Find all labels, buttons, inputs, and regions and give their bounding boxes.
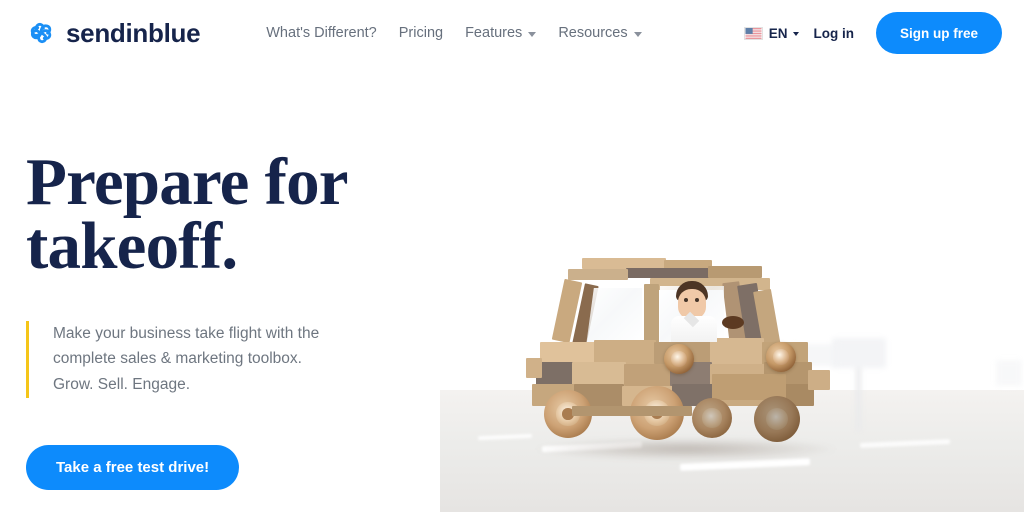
nav-item-resources[interactable]: Resources — [558, 25, 642, 41]
us-flag-icon — [743, 26, 763, 40]
steering-wheel — [722, 316, 744, 329]
header-actions: EN Log in Sign up free — [743, 12, 1002, 54]
hero-image — [440, 60, 1024, 512]
page-title: Prepare for takeoff. — [26, 149, 446, 280]
cta-test-drive-button[interactable]: Take a free test drive! — [26, 444, 240, 490]
site-header: sendinblue What's Different? Pricing Fea… — [0, 0, 1024, 66]
car-headlight — [766, 342, 796, 372]
chevron-down-icon — [528, 31, 537, 37]
headline-line-2: takeoff. — [26, 209, 238, 284]
brand-logo[interactable]: sendinblue — [26, 18, 201, 48]
pinwheel-icon — [30, 22, 52, 44]
car-wheel — [692, 398, 732, 438]
subcopy-line-1: Make your business take flight with the — [53, 324, 320, 342]
chevron-down-icon — [633, 31, 642, 37]
nav-item-pricing[interactable]: Pricing — [399, 25, 443, 41]
brand-name: sendinblue — [66, 18, 201, 48]
nav-item-whats-different[interactable]: What's Different? — [266, 25, 377, 41]
nav-label: Features — [465, 25, 523, 41]
login-link[interactable]: Log in — [813, 26, 854, 41]
driver-boy — [667, 281, 723, 342]
car-wheel — [754, 396, 800, 442]
nav-label: Resources — [558, 25, 628, 41]
main-nav: What's Different? Pricing Features Resou… — [266, 25, 642, 41]
language-selector[interactable]: EN — [743, 25, 800, 41]
nav-item-features[interactable]: Features — [465, 25, 537, 41]
signup-button[interactable]: Sign up free — [875, 12, 1002, 54]
chevron-down-icon — [793, 32, 800, 36]
hero-subcopy: Make your business take flight with the … — [26, 320, 446, 398]
car-window — [586, 288, 642, 346]
page-root: sendinblue What's Different? Pricing Fea… — [0, 0, 1024, 512]
subcopy-line-2: complete sales & marketing toolbox. — [53, 350, 302, 368]
nav-label: Pricing — [398, 25, 444, 41]
car-headlight — [664, 344, 694, 374]
language-code: EN — [768, 25, 788, 41]
wooden-toy-car — [526, 258, 846, 458]
subcopy-line-3: Grow. Sell. Engage. — [53, 376, 190, 394]
hero-text-block: Prepare for takeoff. Make your business … — [26, 149, 446, 490]
background-road-sign — [996, 360, 1022, 386]
nav-label: What's Different? — [266, 25, 377, 41]
headline-line-1: Prepare for — [26, 145, 349, 219]
